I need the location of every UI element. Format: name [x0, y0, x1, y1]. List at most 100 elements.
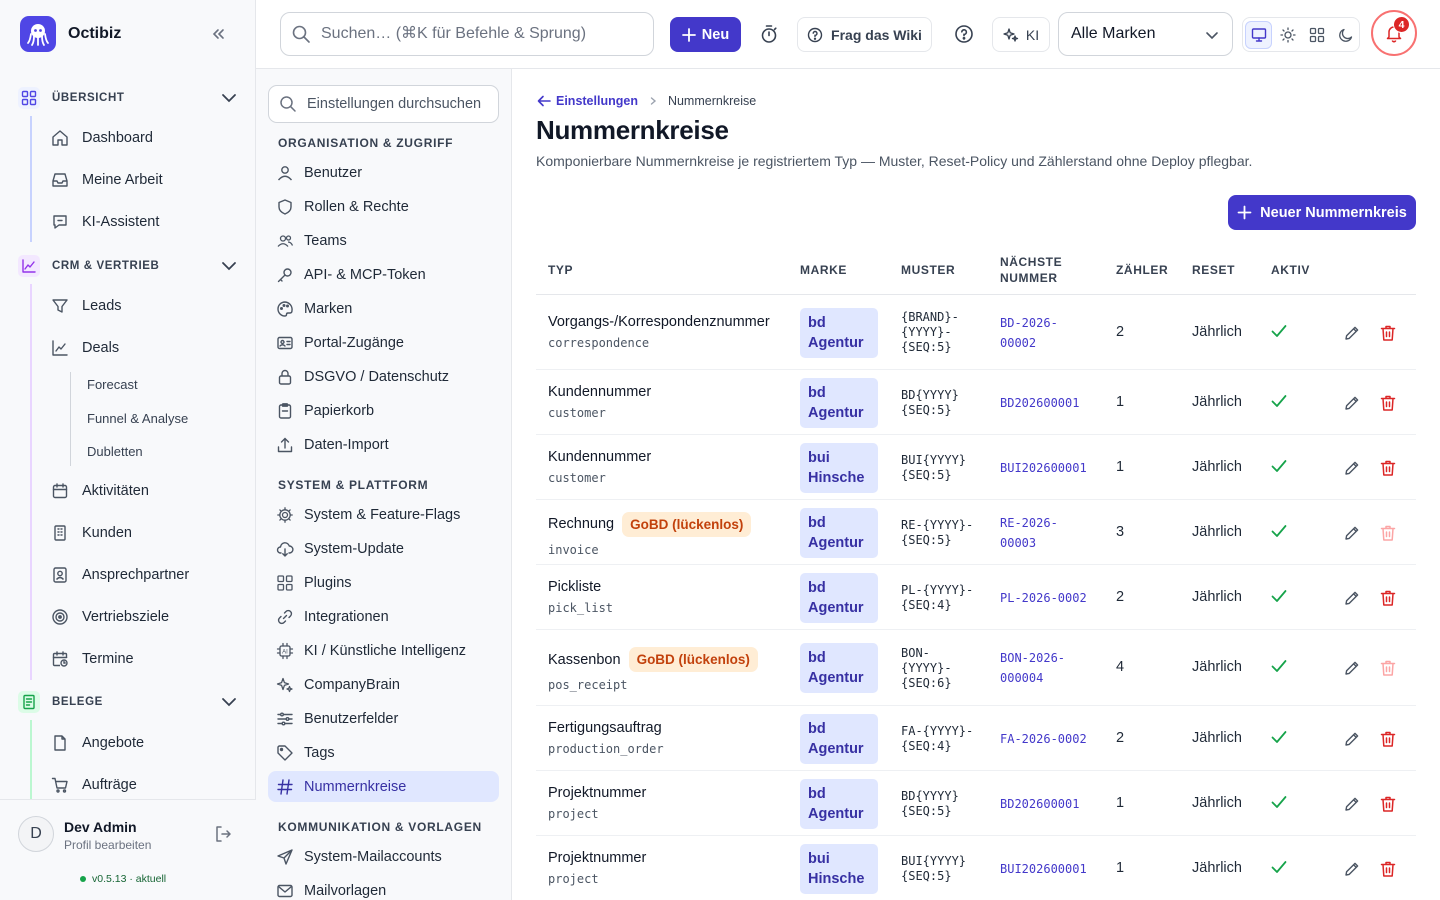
table-row[interactable]: Kundennummer customer bd Agentur BD{YYYY} {SE…	[536, 370, 1416, 435]
settings-item-tags[interactable]: Tags	[268, 737, 499, 768]
settings-item-dsgvo[interactable]: DSGVO / Datenschutz	[268, 361, 499, 392]
delete-trash-icon[interactable]	[1379, 394, 1397, 412]
edit-pencil-icon[interactable]	[1343, 589, 1361, 607]
settings-item-integrationen[interactable]: Integrationen	[268, 601, 499, 632]
breadcrumb-back-link[interactable]: Einstellungen	[536, 93, 638, 109]
settings-item-companybrain[interactable]: CompanyBrain	[268, 669, 499, 700]
delete-trash-icon[interactable]	[1379, 324, 1397, 342]
table-row[interactable]: Projektnummer project bui Hinsche BUI{YYYY}{…	[536, 836, 1416, 900]
delete-trash-icon[interactable]	[1379, 795, 1397, 813]
table-row[interactable]: Fertigungsauftrag production_order bd Agent…	[536, 706, 1416, 771]
check-icon[interactable]	[1269, 857, 1289, 877]
check-icon[interactable]	[1269, 456, 1289, 476]
settings-search-input[interactable]	[307, 96, 497, 112]
brand-select[interactable]: Alle Marken	[1058, 12, 1233, 56]
settings-item-mailaccounts[interactable]: System-Mailaccounts	[268, 841, 499, 872]
check-icon[interactable]	[1269, 321, 1289, 341]
edit-pencil-icon[interactable]	[1343, 324, 1361, 342]
settings-item-mailvorlagen[interactable]: Mailvorlagen	[268, 875, 499, 900]
sidebar-item-auftraege[interactable]: Aufträge	[50, 771, 137, 799]
edit-pencil-icon[interactable]	[1343, 524, 1361, 542]
user-profile[interactable]: D Dev Admin Profil bearbeiten v0.5.13 · …	[0, 799, 256, 900]
ki-button[interactable]: KI	[992, 17, 1050, 52]
edit-pencil-icon[interactable]	[1343, 459, 1361, 477]
settings-item-portal[interactable]: Portal-Zugänge	[268, 327, 499, 358]
settings-item-teams[interactable]: Teams	[268, 225, 499, 256]
settings-item-rollen[interactable]: Rollen & Rechte	[268, 191, 499, 222]
global-search-input[interactable]	[321, 25, 641, 43]
stopwatch-icon[interactable]	[758, 23, 780, 45]
sidebar-item-dashboard[interactable]: Dashboard	[50, 124, 153, 152]
logout-icon[interactable]	[213, 824, 233, 844]
nav-section-belege[interactable]: BELEGE	[18, 690, 240, 714]
settings-item-nummernkreise[interactable]: Nummernkreise	[268, 771, 499, 802]
check-icon[interactable]	[1269, 391, 1289, 411]
check-icon[interactable]	[1269, 727, 1289, 747]
settings-item-api-token[interactable]: API- & MCP-Token	[268, 259, 499, 290]
table-row[interactable]: Pickliste pick_list bd Agentur PL-{YYYY}- {SE…	[536, 565, 1416, 630]
settings-item-marken[interactable]: Marken	[268, 293, 499, 324]
moon-icon[interactable]	[1332, 21, 1359, 49]
sidebar-item-meine-arbeit[interactable]: Meine Arbeit	[50, 166, 163, 194]
sidebar-subitem-forecast[interactable]: Forecast	[87, 377, 138, 392]
chevron-down-icon[interactable]	[220, 694, 238, 710]
chevron-down-icon[interactable]	[220, 90, 238, 106]
edit-pencil-icon[interactable]	[1343, 795, 1361, 813]
sidebar-item-leads[interactable]: Leads	[50, 292, 122, 320]
sidebar-item-angebote[interactable]: Angebote	[50, 729, 144, 757]
global-search[interactable]	[280, 12, 654, 56]
sidebar-item-aktivitaeten[interactable]: Aktivitäten	[50, 477, 149, 505]
sidebar-item-ansprechpartner[interactable]: Ansprechpartner	[50, 561, 189, 589]
check-icon[interactable]	[1269, 792, 1289, 812]
sidebar-subitem-funnel[interactable]: Funnel & Analyse	[87, 411, 188, 426]
sidebar-item-ki-assistent[interactable]: KI-Assistent	[50, 208, 159, 236]
monitor-icon[interactable]	[1245, 20, 1273, 49]
new-number-range-button[interactable]: Neuer Nummernkreis	[1228, 195, 1416, 230]
brand[interactable]: Octibiz	[20, 16, 121, 52]
delete-trash-icon[interactable]	[1379, 730, 1397, 748]
sun-icon[interactable]	[1274, 21, 1301, 49]
settings-item-papierkorb[interactable]: Papierkorb	[268, 395, 499, 426]
check-icon[interactable]	[1269, 586, 1289, 606]
check-icon[interactable]	[1269, 521, 1289, 541]
settings-item-daten-import[interactable]: Daten-Import	[268, 429, 499, 460]
settings-item-label: Benutzerfelder	[304, 710, 399, 727]
settings-item-plugins[interactable]: Plugins	[268, 567, 499, 598]
sidebar-item-kunden[interactable]: Kunden	[50, 519, 132, 547]
settings-item-system-update[interactable]: System-Update	[268, 533, 499, 564]
nav-section-crm[interactable]: CRM & VERTRIEB	[18, 254, 240, 278]
collapse-sidebar-icon[interactable]	[206, 22, 230, 46]
chevron-down-icon[interactable]	[220, 258, 238, 274]
settings-item-benutzer[interactable]: Benutzer	[268, 157, 499, 188]
settings-item-feature-flags[interactable]: System & Feature-Flags	[268, 499, 499, 530]
settings-item-benutzerfelder[interactable]: Benutzerfelder	[268, 703, 499, 734]
delete-trash-icon[interactable]	[1379, 860, 1397, 878]
sidebar-item-termine[interactable]: Termine	[50, 645, 134, 673]
profile-edit-link[interactable]: Profil bearbeiten	[64, 838, 151, 852]
delete-trash-icon[interactable]	[1379, 589, 1397, 607]
sidebar-subitem-dubletten[interactable]: Dubletten	[87, 444, 143, 459]
check-icon[interactable]	[1269, 656, 1289, 676]
sidebar-item-deals[interactable]: Deals	[50, 334, 119, 362]
edit-pencil-icon[interactable]	[1343, 860, 1361, 878]
new-button[interactable]: Neu	[670, 17, 741, 52]
table-row[interactable]: Kassenbon GoBD (lückenlos) pos_receipt bd Ag…	[536, 630, 1416, 706]
table-row[interactable]: Kundennummer customer bui Hinsche BUI{YYYY}{…	[536, 435, 1416, 500]
edit-pencil-icon[interactable]	[1343, 394, 1361, 412]
nav-section-uebersicht[interactable]: ÜBERSICHT	[18, 86, 240, 110]
help-icon[interactable]	[953, 23, 975, 45]
edit-pencil-icon[interactable]	[1343, 659, 1361, 677]
sidebar-item-vertriebsziele[interactable]: Vertriebsziele	[50, 603, 169, 631]
delete-trash-icon[interactable]	[1379, 459, 1397, 477]
avatar[interactable]: D	[18, 816, 54, 852]
edit-pencil-icon[interactable]	[1343, 730, 1361, 748]
settings-search[interactable]	[268, 85, 499, 123]
ask-wiki-button[interactable]: Frag das Wiki	[797, 17, 932, 52]
table-row[interactable]: Projektnummer project bd Agentur BD{YYYY} {SE…	[536, 771, 1416, 836]
settings-item-ki[interactable]: AI KI / Künstliche Intelligenz	[268, 635, 499, 666]
target-icon	[50, 607, 70, 627]
table-row[interactable]: Rechnung GoBD (lückenlos) invoice bd Agentur…	[536, 500, 1416, 565]
table-row[interactable]: Vorgangs-/Korrespondenznummer corresponde…	[536, 295, 1416, 370]
notifications-bell-icon[interactable]	[1371, 10, 1417, 56]
layout-grid-icon[interactable]	[1303, 21, 1330, 49]
